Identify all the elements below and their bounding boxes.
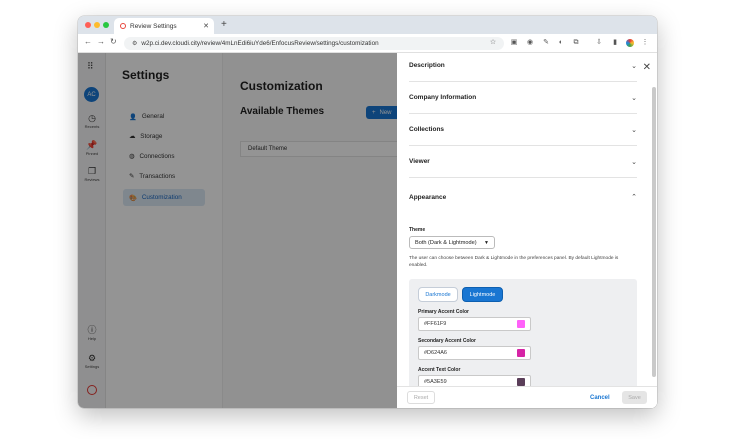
section-collections[interactable]: Collections ⌄ [409,114,637,146]
theme-select-value: Both (Dark & Lightmode) [415,239,477,246]
section-viewer[interactable]: Viewer ⌄ [409,146,637,178]
close-tab-icon[interactable]: ✕ [203,22,209,30]
chevron-up-icon: ⌃ [631,194,637,201]
darkmode-button[interactable]: Darkmode [418,287,458,302]
panel-footer: Reset Cancel Save [397,386,657,408]
panel-scrollbar[interactable] [652,87,656,377]
accent-text-swatch[interactable] [517,378,525,386]
extension-3-icon[interactable]: ◐ [557,39,565,47]
dropdown-arrow-icon: ▼ [484,239,489,246]
accent-text-label: Accent Text Color [418,367,461,373]
primary-accent-label: Primary Accent Color [418,309,469,315]
url-text: w2p.ci.dev.cloudi.city/review/4mLnEdi6iu… [141,40,379,47]
eyedropper-icon[interactable]: ✎ [542,39,550,47]
page-content: ⠿ AC ◷ Recents 📌 Pinned ❐ Reviews ⓘ Help… [78,53,657,408]
theme-edit-panel: ✕ Description ⌄ Company Information ⌄ Coll… [397,53,657,408]
browser-tab[interactable]: Review Settings ✕ [114,18,214,34]
tab-bar: Review Settings ✕ + [78,16,657,34]
secondary-accent-label: Secondary Accent Color [418,338,476,344]
section-company-information[interactable]: Company Information ⌄ [409,82,637,114]
close-icon[interactable]: ✕ [643,62,651,73]
chevron-down-icon: ⌄ [631,158,637,166]
section-title: Appearance [409,193,447,201]
tab-title: Review Settings [130,22,177,30]
chevron-down-icon: ⌄ [631,62,637,70]
forward-icon[interactable]: → [97,37,105,46]
theme-label: Theme [409,227,426,233]
reset-button[interactable]: Reset [407,391,435,404]
minimize-window-button[interactable] [94,22,100,28]
cancel-button[interactable]: Cancel [590,391,610,404]
download-icon[interactable]: ⇩ [595,39,603,47]
site-info-icon[interactable]: ⚙ [132,40,137,47]
side-panel-icon[interactable]: ▮ [611,39,619,47]
favicon-icon [120,23,126,29]
secondary-accent-swatch[interactable] [517,349,525,357]
extension-1-icon[interactable]: ▣ [510,39,518,47]
theme-select[interactable]: Both (Dark & Lightmode) ▼ [409,236,495,249]
primary-accent-field[interactable]: #FF61F9 [418,317,531,331]
theme-help-text: The user can choose between Dark & Light… [409,256,619,268]
section-appearance[interactable]: Appearance ⌃ [409,181,637,213]
extensions-puzzle-icon[interactable]: ⧉ [572,39,580,47]
more-menu-icon[interactable]: ⋮ [641,39,649,47]
reload-icon[interactable]: ↻ [110,37,117,46]
chevron-down-icon: ⌄ [631,126,637,134]
section-description[interactable]: Description ⌄ [409,50,637,82]
chevron-down-icon: ⌄ [631,94,637,102]
accent-text-value: #5A3E59 [424,379,447,385]
section-title: Collections [409,126,445,133]
color-settings-box: Darkmode Lightmode Primary Accent Color … [409,279,637,396]
bookmark-star-icon[interactable]: ☆ [489,39,497,47]
lightmode-button[interactable]: Lightmode [462,287,503,302]
new-tab-button[interactable]: + [221,19,227,30]
browser-window: Review Settings ✕ + ← → ↻ ⚙ w2p.ci.dev.c… [78,16,657,408]
secondary-accent-value: #D624A6 [424,350,447,356]
primary-accent-swatch[interactable] [517,320,525,328]
close-window-button[interactable] [85,22,91,28]
maximize-window-button[interactable] [103,22,109,28]
profile-icon[interactable] [626,39,634,47]
back-icon[interactable]: ← [84,37,92,46]
section-title: Description [409,62,445,69]
section-title: Viewer [409,158,430,165]
address-bar[interactable]: ⚙ w2p.ci.dev.cloudi.city/review/4mLnEdi6… [124,37,504,50]
extension-2-icon[interactable]: ◉ [526,39,534,47]
section-title: Company Information [409,94,477,101]
primary-accent-value: #FF61F9 [424,321,447,327]
modal-backdrop[interactable] [78,53,397,408]
save-button[interactable]: Save [622,391,647,404]
secondary-accent-field[interactable]: #D624A6 [418,346,531,360]
